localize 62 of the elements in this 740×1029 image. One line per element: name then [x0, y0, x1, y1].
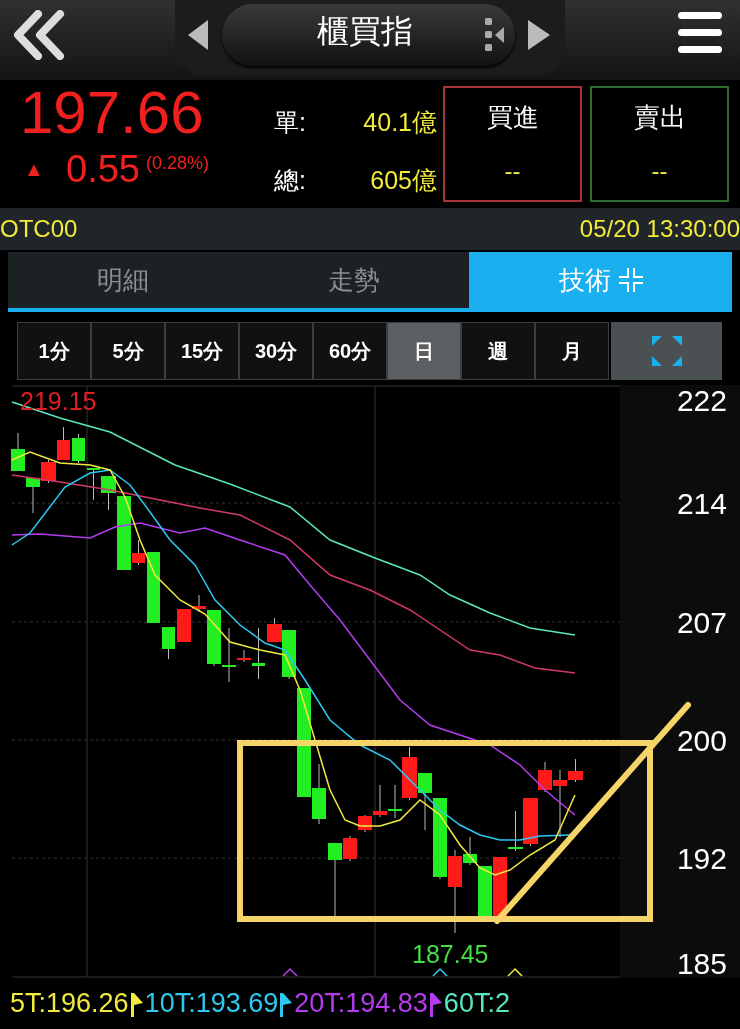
previous-arrow-icon[interactable]	[188, 20, 210, 50]
candlestick	[147, 552, 160, 623]
order-label: 買進	[486, 101, 539, 134]
order-label: 賣出	[633, 101, 686, 134]
candlestick	[418, 772, 432, 831]
candlestick	[508, 810, 523, 852]
change-arrow: ▲	[23, 157, 45, 182]
candlestick	[57, 426, 70, 461]
symbol-code: OTC00	[0, 214, 78, 244]
stat-value: 40.1億	[363, 107, 437, 139]
stat-label: 單:	[274, 107, 306, 139]
tab[interactable]: 明細	[8, 252, 239, 308]
axis-label: 222	[676, 385, 727, 417]
axis-label: 200	[676, 724, 727, 757]
chevron-icon	[507, 967, 523, 977]
order-value: --	[504, 156, 521, 186]
price-high-label: 219.15	[20, 387, 97, 415]
stat-label: 總:	[274, 165, 306, 197]
legend-item: 60T:2	[443, 987, 510, 1020]
next-arrow-icon[interactable]	[528, 20, 550, 50]
period-button[interactable]: 60分	[313, 322, 387, 380]
list-icon[interactable]	[485, 18, 505, 52]
candlestick	[72, 433, 85, 464]
price-low-label: 187.45	[412, 940, 489, 968]
legend-item: 10T:193.69	[144, 987, 279, 1020]
change-percent: (0.28%)	[145, 152, 209, 175]
axis-label: 214	[676, 487, 727, 520]
change-value: 0.55	[66, 147, 140, 191]
legend-item: 20T:194.83	[294, 987, 428, 1020]
legend-item: 5T:196.26	[10, 987, 129, 1020]
expand-icon	[651, 336, 682, 366]
period-button[interactable]: 30分	[239, 322, 313, 380]
title-pill[interactable]	[222, 4, 515, 66]
flag-icon	[280, 990, 293, 1017]
period-button[interactable]: 5分	[91, 322, 165, 380]
stat-value: 605億	[370, 165, 437, 197]
period-button[interactable]: 日	[387, 322, 461, 380]
fullscreen-button[interactable]	[611, 322, 722, 380]
axis-label: 207	[676, 606, 727, 639]
candlestick	[11, 432, 25, 472]
tab[interactable]: 走勢	[238, 252, 470, 308]
collapse-icon	[618, 268, 643, 292]
axis-label: 185	[676, 947, 727, 978]
candlestick	[87, 467, 100, 501]
period-button[interactable]: 1分	[17, 322, 91, 380]
menu-icon[interactable]	[678, 12, 722, 54]
flag-icon	[130, 990, 143, 1017]
price-value: 197.66	[20, 79, 204, 146]
date-time: 05/20 13:30:00	[579, 214, 740, 244]
order-panel[interactable]: 買進 --	[443, 86, 582, 202]
order-panel[interactable]: 賣出 --	[590, 86, 729, 202]
period-button[interactable]: 月	[535, 322, 609, 380]
chevron-icon	[432, 967, 448, 977]
period-button[interactable]: 週	[461, 322, 535, 380]
period-button[interactable]: 15分	[165, 322, 239, 380]
order-value: --	[651, 156, 668, 186]
axis-label: 192	[676, 842, 727, 875]
chevron-icon	[282, 967, 298, 977]
candlestick	[523, 797, 538, 847]
page-title: 櫃買指	[317, 13, 413, 49]
candlestick	[162, 626, 175, 660]
flag-icon	[429, 990, 442, 1017]
